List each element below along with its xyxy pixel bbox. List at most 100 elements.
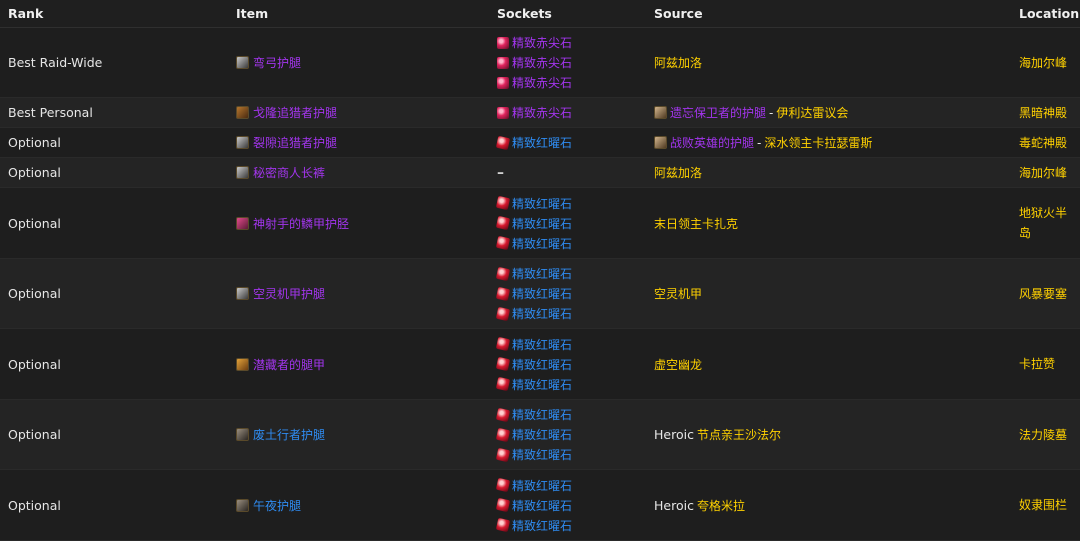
location-link[interactable]: 卡拉赞: [1019, 354, 1055, 374]
table-row: Optional 神射手的鳞甲护胫 精致红曜石 精致红曜石 精致红曜石 末日领主卡扎…: [0, 188, 1080, 259]
gem-link[interactable]: 精致红曜石: [495, 264, 573, 284]
gem-link[interactable]: 精致红曜石: [495, 475, 572, 495]
rank-label: Optional: [8, 165, 61, 180]
item-name: 潜藏者的腿甲: [253, 357, 326, 372]
gem-link[interactable]: 精致红曜石: [495, 233, 573, 253]
sockets-cell: 精致红曜石 精致红曜石 精致红曜石: [495, 400, 647, 469]
location-link[interactable]: 风暴要塞: [1019, 284, 1067, 304]
location-link[interactable]: 奴隶围栏: [1019, 495, 1067, 515]
red-gem-icon: [495, 195, 511, 211]
item-name: 废土行者护腿: [253, 428, 326, 442]
gem-link[interactable]: 精致红曜石: [495, 374, 572, 394]
source-npc-link[interactable]: 阿兹加洛: [654, 54, 702, 71]
item-link[interactable]: 弯弓护腿: [236, 54, 301, 71]
gem-link[interactable]: 精致红曜石: [495, 445, 572, 465]
item-link[interactable]: 潜藏者的腿甲: [236, 356, 325, 373]
item-link[interactable]: 戈隆追猎者护腿: [236, 104, 337, 121]
red-gem-icon: [495, 266, 511, 281]
leg-armor-grey-icon: [236, 136, 249, 149]
gem-link[interactable]: 精致红曜石: [495, 334, 572, 354]
item-cell: 秘密商人长裤: [236, 158, 491, 187]
gem-name: 精致赤尖石: [512, 56, 573, 70]
gem-link[interactable]: 精致红曜石: [495, 133, 573, 153]
rank-label: Optional: [8, 427, 61, 442]
source-npc-link[interactable]: 夸格米拉: [697, 497, 745, 514]
gem-link[interactable]: 精致红曜石: [495, 405, 573, 425]
header-item[interactable]: Item: [236, 0, 491, 27]
source-npc-link[interactable]: 深水领主卡拉瑟雷斯: [764, 134, 872, 151]
header-location[interactable]: Location: [1019, 0, 1079, 27]
red-gem-icon: [495, 427, 511, 442]
rank-cell: Optional: [8, 329, 228, 399]
gem-link[interactable]: 精致赤尖石: [497, 103, 572, 123]
gem-name: 精致红曜石: [512, 287, 573, 301]
gem-link[interactable]: 精致红曜石: [495, 515, 572, 535]
gem-name: 精致赤尖石: [512, 36, 573, 50]
crimson-gem-icon: [497, 56, 509, 69]
item-link[interactable]: 裂隙追猎者护腿: [236, 134, 337, 151]
leg-armor-dark-icon: [236, 428, 249, 441]
sockets-cell: 精致红曜石 精致红曜石 精致红曜石: [495, 329, 647, 399]
gem-link[interactable]: 精致红曜石: [495, 284, 573, 304]
source-cell: 末日领主卡扎克: [654, 188, 1014, 258]
gem-name: 精致红曜石: [512, 498, 573, 513]
source-npc-link[interactable]: 阿兹加洛: [654, 164, 702, 181]
header-rank[interactable]: Rank: [8, 0, 228, 27]
no-socket-dash: –: [497, 164, 504, 181]
location-link[interactable]: 法力陵墓: [1019, 425, 1067, 445]
item-link[interactable]: 秘密商人长裤: [236, 164, 325, 181]
rank-label: Optional: [8, 135, 61, 150]
gem-link[interactable]: 精致红曜石: [495, 213, 572, 233]
header-sockets[interactable]: Sockets: [497, 0, 647, 27]
gem-name: 精致红曜石: [512, 408, 573, 422]
separator: -: [769, 105, 774, 120]
gem-link[interactable]: 精致红曜石: [495, 304, 572, 324]
source-token-link[interactable]: 遗忘保卫者的护腿: [670, 104, 766, 121]
red-gem-icon: [495, 407, 511, 422]
sockets-cell: 精致红曜石 精致红曜石 精致红曜石: [495, 470, 647, 540]
source-npc-link[interactable]: 空灵机甲: [654, 285, 702, 302]
gem-link[interactable]: 精致红曜石: [495, 425, 572, 445]
source-npc-link[interactable]: 虚空幽龙: [654, 356, 702, 373]
location-link[interactable]: 地狱火半岛: [1019, 203, 1077, 243]
location-link[interactable]: 毒蛇神殿: [1019, 133, 1067, 153]
red-gem-icon: [495, 135, 511, 150]
source-cell: 阿兹加洛: [654, 158, 1014, 187]
location-cell: 海加尔峰: [1019, 28, 1077, 97]
source-content: Heroic 夸格米拉: [654, 497, 745, 514]
gem-link[interactable]: 精致赤尖石: [497, 73, 572, 93]
gem-link[interactable]: 精致红曜石: [495, 193, 572, 213]
crimson-gem-icon: [497, 106, 509, 119]
location-link[interactable]: 黑暗神殿: [1019, 103, 1067, 123]
gem-link[interactable]: 精致红曜石: [495, 495, 573, 515]
rank-label: Optional: [8, 286, 61, 301]
location-cell: 风暴要塞: [1019, 259, 1077, 328]
gem-link[interactable]: 精致赤尖石: [497, 53, 572, 73]
red-gem-icon: [495, 447, 511, 462]
source-token-link[interactable]: 战败英雄的护腿: [670, 134, 754, 151]
location-link[interactable]: 海加尔峰: [1019, 53, 1067, 73]
gem-name: 精致赤尖石: [512, 76, 573, 90]
source-cell: 战败英雄的护腿 - 深水领主卡拉瑟雷斯: [654, 128, 1014, 157]
gem-link[interactable]: 精致赤尖石: [497, 33, 572, 53]
leg-armor-grey-icon: [236, 166, 249, 179]
item-link[interactable]: 神射手的鳞甲护胫: [236, 215, 349, 232]
item-name: 神射手的鳞甲护胫: [253, 216, 350, 231]
header-source[interactable]: Source: [654, 0, 1014, 27]
location-cell: 卡拉赞: [1019, 329, 1077, 399]
gem-name: 精致红曜石: [512, 236, 573, 251]
gem-name: 精致红曜石: [512, 136, 573, 150]
item-link[interactable]: 废土行者护腿: [236, 426, 325, 443]
item-link[interactable]: 午夜护腿: [236, 497, 301, 514]
gem-link[interactable]: 精致红曜石: [495, 354, 572, 374]
source-npc-link[interactable]: 节点亲王沙法尔: [697, 426, 781, 443]
source-npc-link[interactable]: 伊利达雷议会: [776, 104, 848, 121]
location-link[interactable]: 海加尔峰: [1019, 163, 1067, 183]
item-link[interactable]: 空灵机甲护腿: [236, 285, 325, 302]
item-name: 空灵机甲护腿: [253, 287, 326, 301]
gem-name: 精致红曜石: [512, 267, 573, 281]
leg-armor-orange-icon: [236, 357, 249, 371]
source-npc-link[interactable]: 末日领主卡扎克: [654, 215, 738, 232]
rank-cell: Best Raid-Wide: [8, 28, 228, 97]
token-icon: [654, 106, 667, 119]
